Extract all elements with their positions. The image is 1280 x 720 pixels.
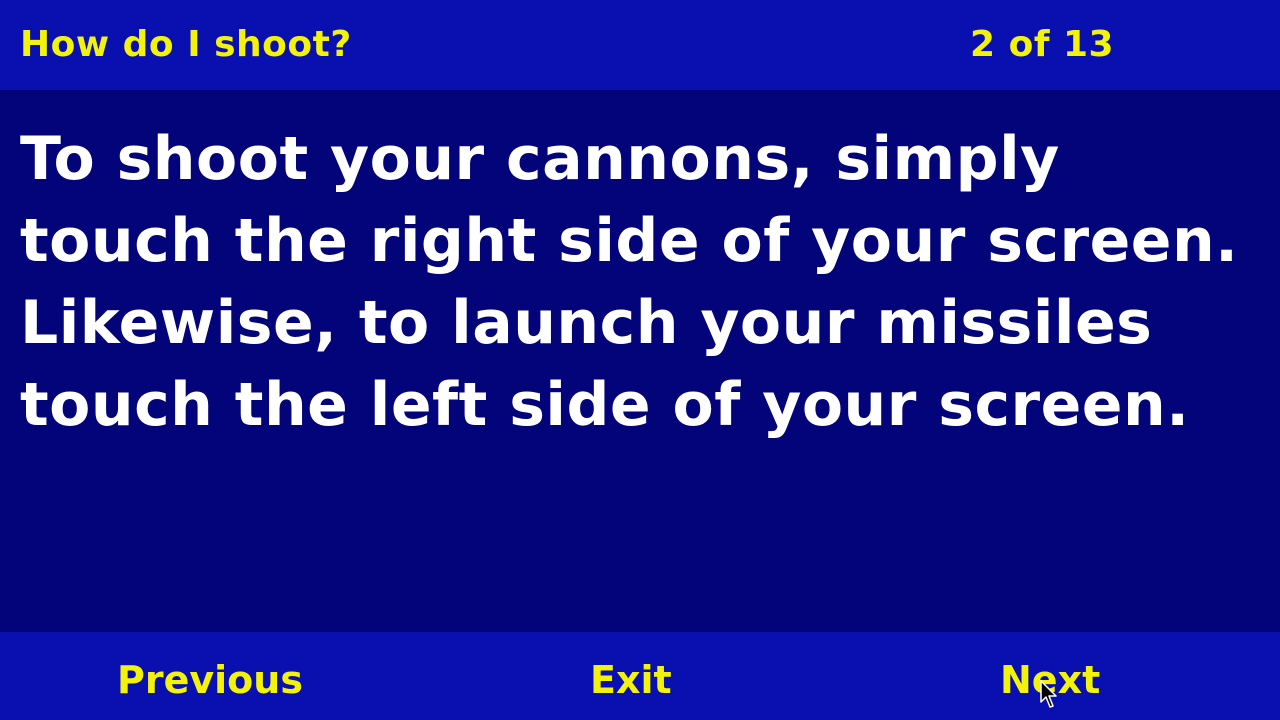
help-text: To shoot your cannons, simply touch the …	[20, 124, 1280, 440]
page-title: How do I shoot?	[20, 24, 352, 65]
previous-button[interactable]: Previous	[117, 656, 303, 704]
help-screen: How do I shoot? 2 of 13 To shoot your ca…	[0, 0, 1280, 720]
mouse-pointer-icon	[1040, 680, 1057, 708]
page-counter: 2 of 13	[970, 24, 1115, 65]
exit-button[interactable]: Exit	[590, 656, 672, 704]
help-content: To shoot your cannons, simply touch the …	[0, 90, 1280, 632]
header-bar: How do I shoot? 2 of 13	[0, 0, 1280, 90]
footer-bar: Previous Exit Next	[0, 632, 1280, 720]
